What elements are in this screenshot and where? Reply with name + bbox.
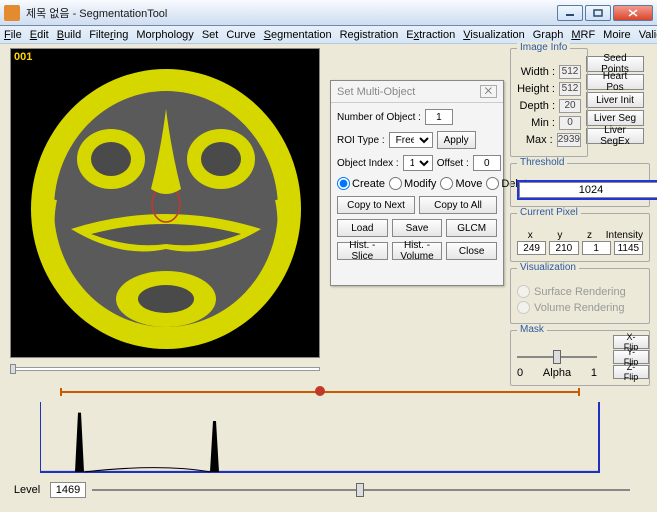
- threshold-group: Threshold Apply: [510, 163, 650, 207]
- menu-file[interactable]: File: [4, 29, 22, 41]
- liver-init-button[interactable]: Liver Init: [586, 92, 644, 108]
- copy-to-all-button[interactable]: Copy to All: [419, 196, 497, 214]
- pixel-z: [582, 241, 611, 255]
- mask-group: Mask 0Alpha1 X-Flip Y-Flip Z-Flip: [510, 330, 650, 386]
- app-icon: [4, 5, 20, 21]
- heart-pos-button[interactable]: Heart Pos: [586, 74, 644, 90]
- roi-apply-button[interactable]: Apply: [437, 131, 476, 149]
- range-indicator[interactable]: [60, 388, 580, 396]
- offset-input[interactable]: [473, 155, 501, 171]
- maximize-button[interactable]: [585, 5, 611, 21]
- radio-surface-render[interactable]: Surface Rendering: [517, 285, 643, 298]
- radio-volume-render[interactable]: Volume Rendering: [517, 301, 643, 314]
- current-pixel-group: Current Pixel xyzIntensity: [510, 213, 650, 262]
- dialog-close-icon[interactable]: ⨉: [480, 85, 497, 98]
- hist-slice-button[interactable]: Hist. - Slice: [337, 242, 388, 260]
- menu-morphology[interactable]: Morphology: [136, 29, 193, 41]
- menu-moire[interactable]: Moire: [603, 29, 631, 41]
- copy-to-next-button[interactable]: Copy to Next: [337, 196, 415, 214]
- info-width: 512: [559, 65, 581, 79]
- menu-set[interactable]: Set: [202, 29, 219, 41]
- roi-type-label: ROI Type :: [337, 135, 385, 146]
- radio-create[interactable]: Create: [337, 177, 385, 190]
- image-info-group: Image Info Width :512 Height :512 Depth …: [510, 48, 588, 157]
- offset-label: Offset :: [437, 158, 469, 169]
- set-multi-object-dialog: Set Multi-Object ⨉ Number of Object : ROI…: [330, 80, 504, 286]
- menu-extraction[interactable]: Extraction: [406, 29, 455, 41]
- menu-registration[interactable]: Registration: [340, 29, 399, 41]
- save-button[interactable]: Save: [392, 219, 443, 237]
- threshold-highlight: [517, 180, 657, 200]
- histogram-plot: [40, 402, 600, 474]
- num-object-input[interactable]: [425, 109, 453, 125]
- dialog-close-button[interactable]: Close: [446, 242, 497, 260]
- seed-points-button[interactable]: Seed Points: [586, 56, 644, 72]
- pixel-intensity: [614, 241, 643, 255]
- histogram-panel: [10, 384, 630, 474]
- info-depth: 20: [559, 99, 581, 113]
- roi-type-select[interactable]: Free: [389, 132, 433, 148]
- menu-graph[interactable]: Graph: [533, 29, 564, 41]
- mode-radiogroup: Create Modify Move Delete: [337, 177, 497, 190]
- menu-build[interactable]: Build: [57, 29, 81, 41]
- pixel-x: [517, 241, 546, 255]
- menu-visualization[interactable]: Visualization: [463, 29, 525, 41]
- num-object-label: Number of Object :: [337, 112, 421, 123]
- hist-volume-button[interactable]: Hist. - Volume: [392, 242, 443, 260]
- glcm-button[interactable]: GLCM: [446, 219, 497, 237]
- ct-viewport[interactable]: 001: [10, 48, 320, 358]
- viewport-scrollbar[interactable]: [10, 364, 320, 374]
- menu-curve[interactable]: Curve: [226, 29, 255, 41]
- ct-image: [11, 49, 319, 357]
- threshold-min-input[interactable]: [519, 182, 657, 198]
- liver-seg-button[interactable]: Liver Seg: [586, 110, 644, 126]
- object-index-label: Object Index :: [337, 158, 399, 169]
- visualization-group: Visualization Surface Rendering Volume R…: [510, 268, 650, 324]
- liver-segex-button[interactable]: Liver SegEx: [586, 128, 644, 144]
- titlebar: 제목 없음 - SegmentationTool: [0, 0, 657, 26]
- menu-validation[interactable]: Validation: [639, 29, 657, 41]
- close-button[interactable]: [613, 5, 653, 21]
- menu-edit[interactable]: Edit: [30, 29, 49, 41]
- info-max: 2939: [557, 133, 581, 147]
- pixel-y: [549, 241, 578, 255]
- radio-modify[interactable]: Modify: [389, 177, 436, 190]
- window-title: 제목 없음 - SegmentationTool: [26, 5, 557, 21]
- load-button[interactable]: Load: [337, 219, 388, 237]
- info-min: 0: [559, 116, 581, 130]
- alpha-slider[interactable]: [517, 347, 597, 367]
- z-flip-button[interactable]: Z-Flip: [613, 365, 649, 379]
- object-index-select[interactable]: 1: [403, 155, 433, 171]
- menu-mrf[interactable]: MRF: [571, 29, 595, 41]
- level-row: Level: [10, 478, 630, 502]
- level-slider[interactable]: [92, 483, 630, 497]
- info-height: 512: [559, 82, 581, 96]
- minimize-button[interactable]: [557, 5, 583, 21]
- level-label: Level: [10, 484, 44, 496]
- dialog-title: Set Multi-Object: [337, 86, 415, 98]
- menu-segmentation[interactable]: Segmentation: [264, 29, 332, 41]
- slice-number: 001: [14, 51, 32, 63]
- menu-filtering[interactable]: Filtering: [89, 29, 128, 41]
- level-input[interactable]: [50, 482, 86, 498]
- range-handle[interactable]: [315, 386, 325, 396]
- radio-move[interactable]: Move: [440, 177, 482, 190]
